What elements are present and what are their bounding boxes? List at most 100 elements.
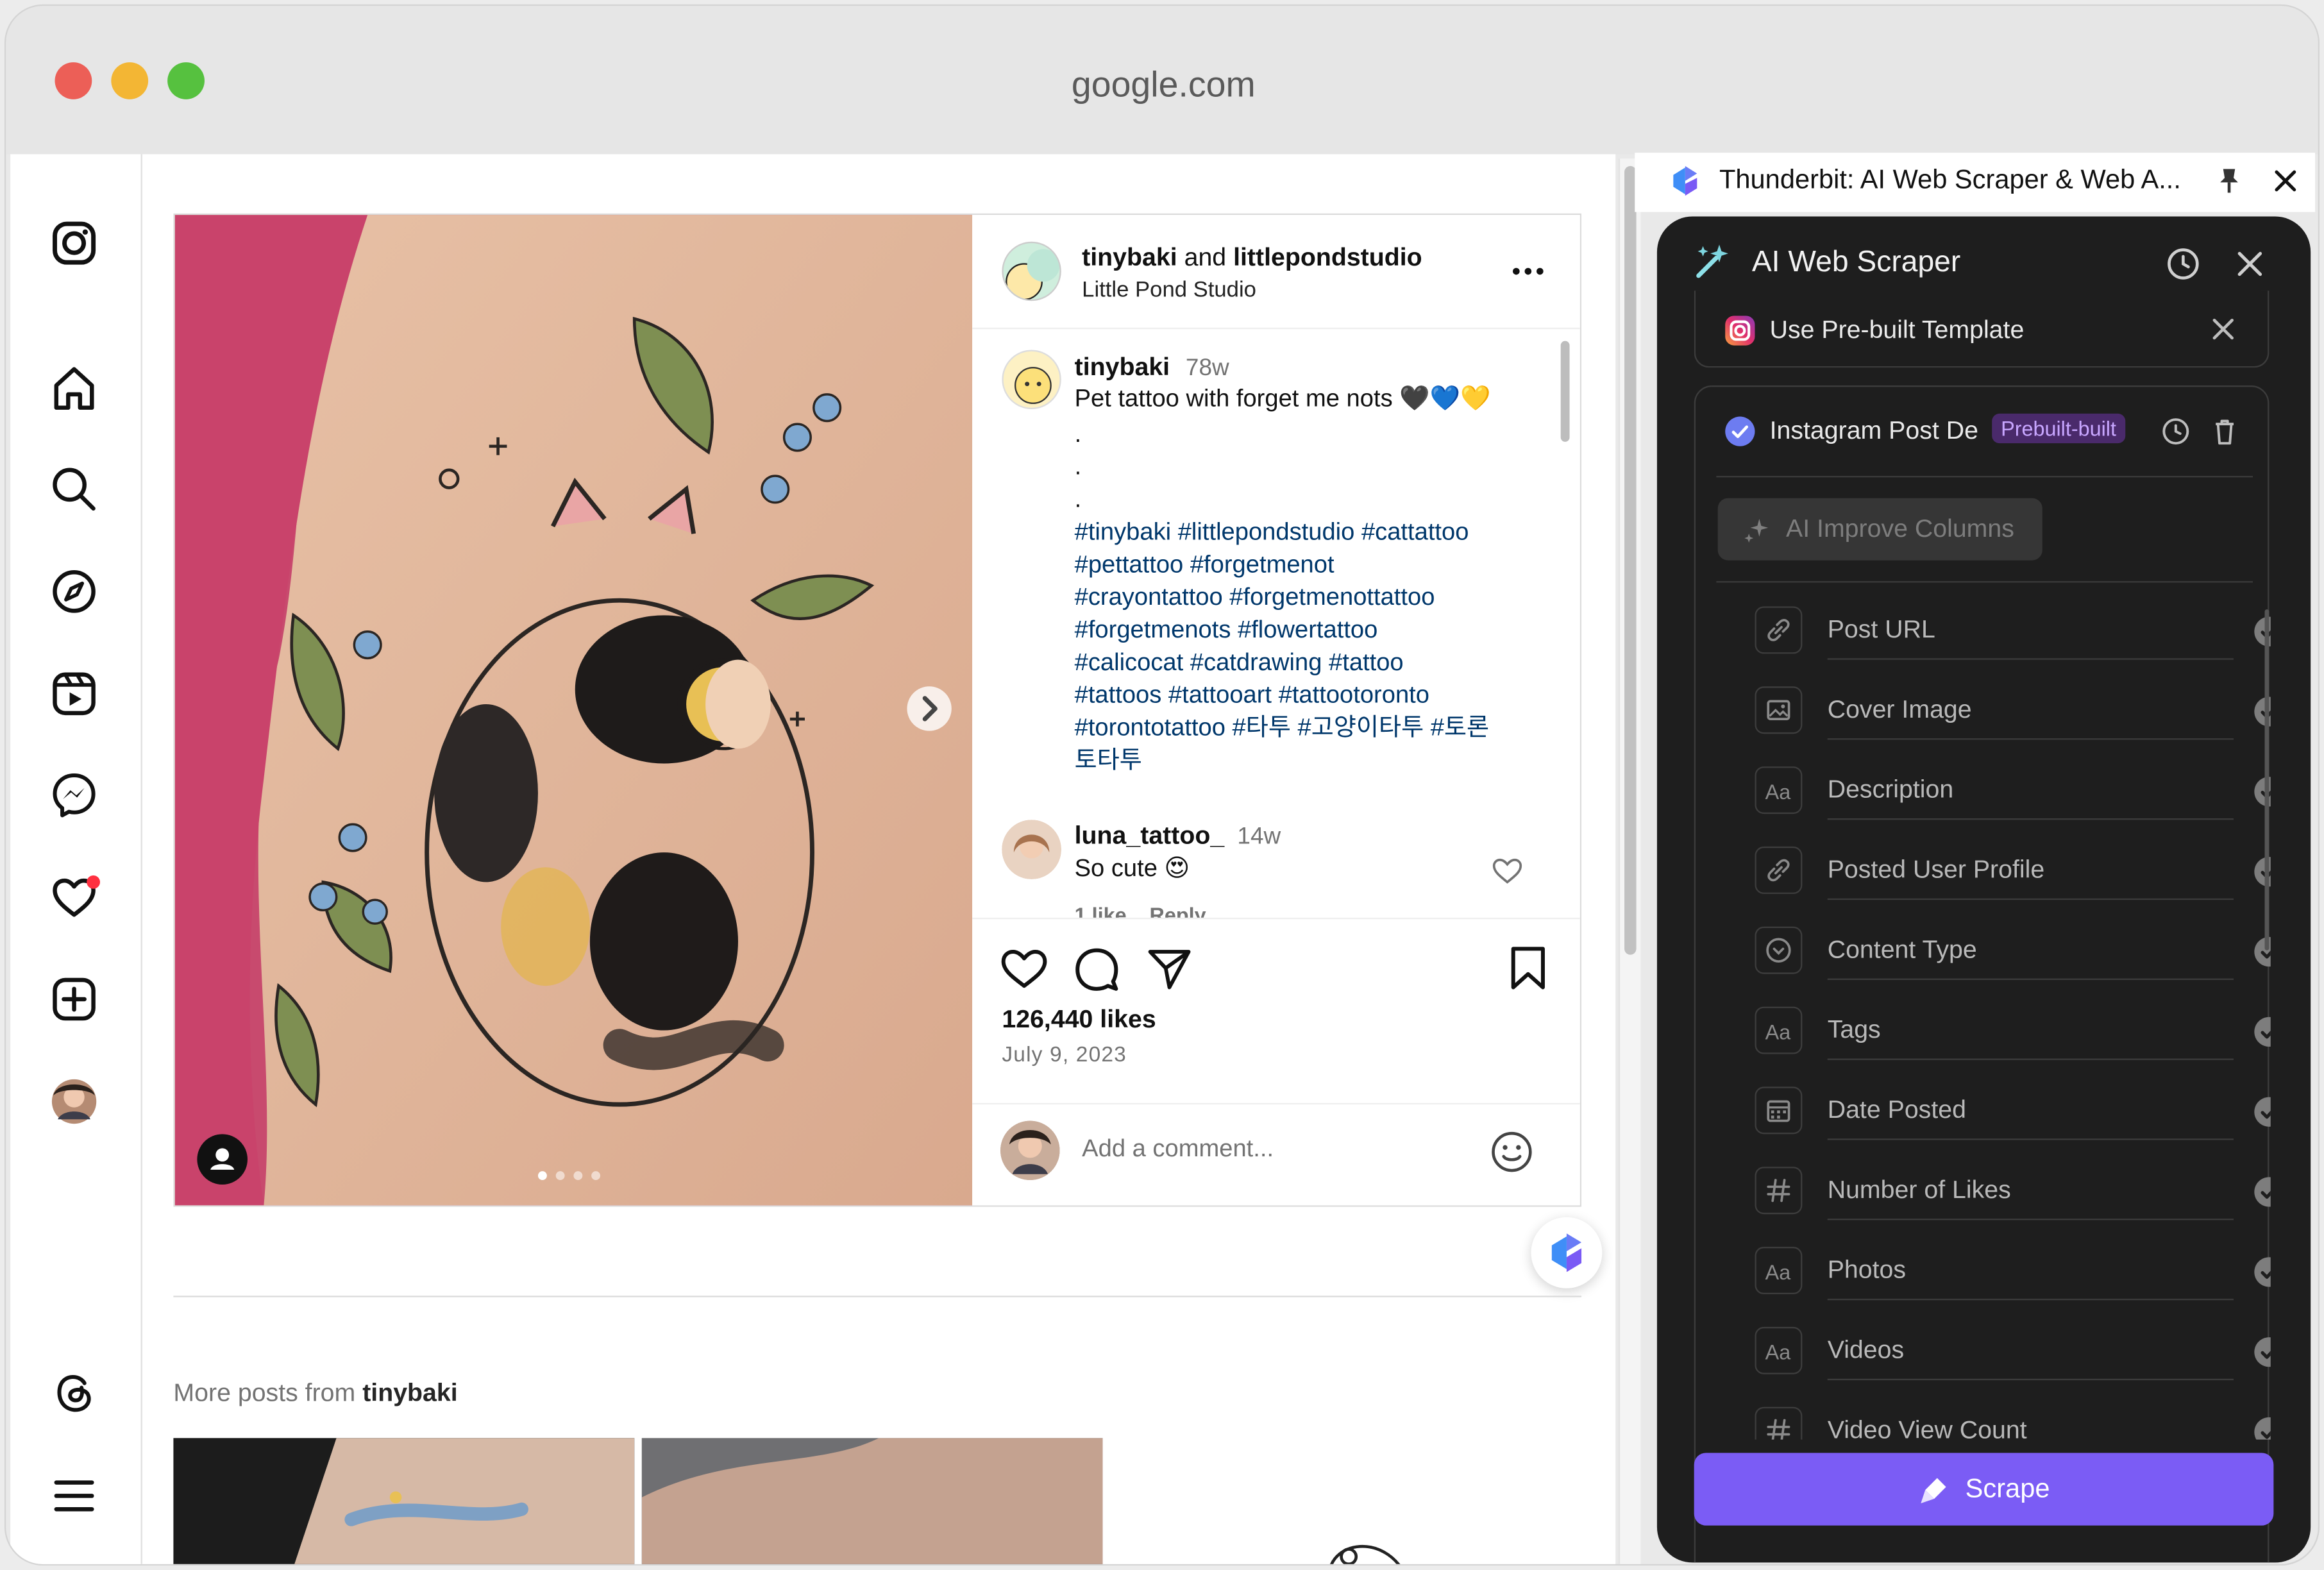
tagged-user-button[interactable] xyxy=(197,1134,248,1185)
column-label[interactable]: Description xyxy=(1828,775,1954,805)
next-photo-button[interactable] xyxy=(907,686,952,731)
hashtag-line[interactable]: #pettattoo #forgetmenot xyxy=(1075,548,1490,581)
column-row[interactable]: Aa Tags xyxy=(1755,1006,2271,1060)
author-username[interactable]: tinybaki xyxy=(1082,243,1177,271)
caption-avatar[interactable] xyxy=(1002,350,1061,410)
authors-connector: and xyxy=(1177,243,1234,272)
instagram-logo-icon[interactable] xyxy=(47,216,101,269)
chevron-right-icon xyxy=(922,696,938,722)
column-row[interactable]: Cover Image xyxy=(1755,686,2271,740)
caption-username[interactable]: tinybaki xyxy=(1075,353,1170,381)
caption-hashtags: #tinybaki #littlepondstudio #cattattoo #p… xyxy=(1075,516,1490,777)
collaborator-username[interactable]: littlepondstudio xyxy=(1233,243,1422,271)
commenter-username[interactable]: luna_tattoo_ xyxy=(1075,822,1225,850)
author-avatar[interactable] xyxy=(1002,241,1061,301)
column-row[interactable]: Post URL xyxy=(1755,606,2271,660)
more-posts-username[interactable]: tinybaki xyxy=(362,1379,457,1407)
hashtag-line[interactable]: #forgetmenots #flowertattoo xyxy=(1075,614,1490,646)
column-label[interactable]: Number of Likes xyxy=(1828,1176,2011,1205)
like-comment-icon[interactable] xyxy=(1491,854,1524,886)
column-row[interactable]: Video View Count xyxy=(1755,1406,2271,1440)
post-date[interactable]: July 9, 2023 xyxy=(1002,1043,1127,1067)
reels-icon[interactable] xyxy=(47,667,101,720)
emoji-picker-icon[interactable] xyxy=(1490,1129,1534,1174)
calendar-icon xyxy=(1755,1086,1803,1135)
save-bookmark-icon[interactable] xyxy=(1503,943,1554,993)
column-check-icon[interactable] xyxy=(2254,1257,2271,1287)
column-check-icon[interactable] xyxy=(2254,1177,2271,1207)
threads-icon[interactable] xyxy=(47,1365,101,1419)
sparkle-wand-icon xyxy=(1692,240,1734,282)
hashtag-line[interactable]: #tattoos #tattooart #tattootoronto xyxy=(1075,679,1490,712)
post-location[interactable]: Little Pond Studio xyxy=(1082,277,1256,302)
hashtag-line[interactable]: 토타투 xyxy=(1075,744,1490,777)
panel-title: AI Web Scraper xyxy=(1751,246,1961,279)
share-paper-plane-icon[interactable] xyxy=(1144,943,1195,993)
column-row[interactable]: Date Posted xyxy=(1755,1086,2271,1140)
scrape-button[interactable]: Scrape xyxy=(1694,1453,2274,1526)
close-scraper-icon[interactable] xyxy=(2232,246,2268,282)
caption-time[interactable]: 78w xyxy=(1186,356,1229,381)
messenger-icon[interactable] xyxy=(47,768,101,821)
column-check-icon[interactable] xyxy=(2254,1097,2271,1127)
column-label[interactable]: Content Type xyxy=(1828,936,1977,965)
url-text[interactable]: google.com xyxy=(6,65,2318,107)
more-options-icon[interactable] xyxy=(1509,257,1547,286)
home-icon[interactable] xyxy=(47,362,101,415)
history-clock-icon[interactable] xyxy=(2166,246,2201,282)
column-row[interactable]: Content Type xyxy=(1755,926,2271,980)
column-label[interactable]: Videos xyxy=(1828,1336,1904,1365)
hashtag-line[interactable]: #crayontattoo #forgetmenottattoo xyxy=(1075,581,1490,614)
post-details: tinybaki and littlepondstudio Little Pon… xyxy=(972,215,1580,1206)
column-row[interactable]: Posted User Profile xyxy=(1755,846,2271,900)
comments-scrollbar[interactable] xyxy=(1560,341,1570,442)
hashtag-line[interactable]: #torontotattoo #타투 #고양이타투 #토론 xyxy=(1075,712,1490,745)
hashtag-line[interactable]: #calicocat #catdrawing #tattoo xyxy=(1075,646,1490,679)
carousel-dots xyxy=(537,1170,609,1181)
template-label: Use Pre-built Template xyxy=(1769,316,2025,344)
column-label[interactable]: Tags xyxy=(1828,1015,1881,1045)
column-row[interactable]: Aa Photos xyxy=(1755,1247,2271,1301)
page-scrollbar-thumb[interactable] xyxy=(1624,165,1637,955)
likes-count[interactable]: 126,440 likes xyxy=(1002,1005,1156,1034)
comment-text: So cute 😍 xyxy=(1074,855,1190,882)
column-label[interactable]: Photos xyxy=(1828,1256,1906,1285)
column-check-icon[interactable] xyxy=(2254,1417,2271,1440)
more-post-thumbnail-2[interactable] xyxy=(641,1438,1103,1564)
post-photo[interactable] xyxy=(174,215,973,1206)
section-divider xyxy=(173,1296,1582,1297)
column-check-icon[interactable] xyxy=(2254,1017,2271,1047)
remove-template-icon[interactable] xyxy=(2209,314,2238,344)
column-label[interactable]: Date Posted xyxy=(1828,1095,1966,1125)
comment-bubble-icon[interactable] xyxy=(1072,943,1122,993)
create-plus-icon[interactable] xyxy=(47,972,101,1026)
notifications-heart-icon[interactable] xyxy=(47,870,101,924)
search-icon[interactable] xyxy=(47,462,101,516)
column-check-icon[interactable] xyxy=(2254,1337,2271,1367)
page-scrollbar-track xyxy=(1618,158,1641,1564)
like-heart-icon[interactable] xyxy=(999,943,1050,993)
column-label[interactable]: Video View Count xyxy=(1828,1416,2027,1440)
add-comment-input[interactable]: Add a comment... xyxy=(1082,1136,1274,1164)
comment-meta[interactable]: 1 like Reply xyxy=(1075,903,1206,918)
column-row[interactable]: Aa Description xyxy=(1755,766,2271,820)
column-label[interactable]: Posted User Profile xyxy=(1828,856,2044,885)
column-row[interactable]: Number of Likes xyxy=(1755,1167,2271,1220)
profile-avatar[interactable] xyxy=(47,1075,101,1128)
more-post-thumbnail-1[interactable] xyxy=(173,1438,635,1564)
column-row[interactable]: Aa Videos xyxy=(1755,1326,2271,1381)
thunderbit-floating-button[interactable] xyxy=(1531,1217,1603,1288)
pin-icon[interactable] xyxy=(2213,165,2246,198)
column-underline xyxy=(1827,1378,2234,1381)
menu-icon[interactable] xyxy=(47,1469,101,1523)
text-icon: Aa xyxy=(1755,1006,1803,1054)
close-panel-icon[interactable] xyxy=(2269,165,2302,198)
comment-time[interactable]: 14w xyxy=(1237,824,1281,849)
commenter-avatar[interactable] xyxy=(1002,820,1061,879)
template-card[interactable]: Use Pre-built Template xyxy=(1694,291,2269,368)
columns-scrollbar[interactable] xyxy=(2264,609,2269,950)
column-label[interactable]: Cover Image xyxy=(1828,695,1972,725)
column-label[interactable]: Post URL xyxy=(1828,615,1935,645)
hashtag-line[interactable]: #tinybaki #littlepondstudio #cattattoo xyxy=(1075,516,1490,548)
explore-compass-icon[interactable] xyxy=(47,565,101,618)
